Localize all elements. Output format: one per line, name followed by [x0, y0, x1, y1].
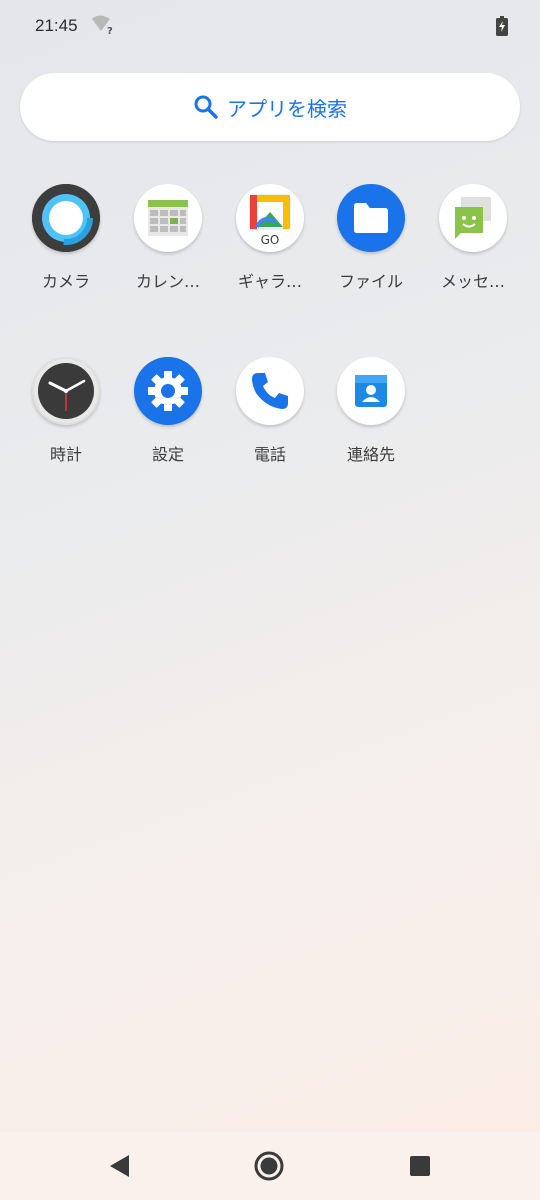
app-files[interactable]: ファイル — [321, 184, 421, 292]
search-icon — [194, 95, 218, 119]
calendar-icon — [134, 184, 202, 252]
app-label: ファイル — [338, 272, 403, 291]
app-label: カレン… — [135, 272, 200, 291]
clock-icon — [32, 357, 100, 425]
app-settings[interactable]: 設定 — [118, 357, 218, 465]
search-placeholder: アプリを検索 — [227, 96, 347, 121]
gallery-go-icon: GO — [236, 184, 304, 252]
settings-icon — [134, 357, 202, 425]
status-bar: 21:45 ? — [0, 0, 540, 52]
contacts-icon — [337, 357, 405, 425]
status-time: 21:45 — [35, 16, 78, 35]
messages-icon — [439, 184, 507, 252]
app-label: ギャラ… — [237, 272, 302, 291]
wifi-unknown-icon: ? — [92, 15, 113, 36]
svg-text:?: ? — [107, 26, 113, 36]
app-label: 設定 — [151, 445, 184, 464]
battery-charging-icon — [496, 16, 508, 36]
app-search-bar[interactable]: アプリを検索 — [20, 73, 520, 141]
gallery-go-badge: GO — [261, 233, 280, 247]
app-messages[interactable]: メッセ… — [423, 184, 523, 292]
home-circle-icon[interactable] — [253, 1150, 285, 1182]
recents-square-icon[interactable] — [404, 1150, 436, 1182]
app-contacts[interactable]: 連絡先 — [321, 357, 421, 465]
app-label: カメラ — [41, 272, 90, 291]
app-phone[interactable]: 電話 — [220, 357, 320, 465]
app-label: メッセ… — [440, 272, 505, 291]
app-label: 時計 — [49, 445, 82, 464]
files-icon — [337, 184, 405, 252]
app-label: 連絡先 — [346, 445, 395, 464]
app-camera[interactable]: カメラ — [16, 184, 116, 292]
app-clock[interactable]: 時計 — [16, 357, 116, 465]
back-triangle-icon[interactable] — [103, 1150, 135, 1182]
camera-icon — [32, 184, 100, 252]
app-gallery[interactable]: GO ギャラ… — [220, 184, 320, 292]
app-label: 電話 — [253, 445, 286, 464]
app-calendar[interactable]: カレン… — [118, 184, 218, 292]
navigation-bar — [0, 1132, 540, 1200]
phone-icon — [236, 357, 304, 425]
